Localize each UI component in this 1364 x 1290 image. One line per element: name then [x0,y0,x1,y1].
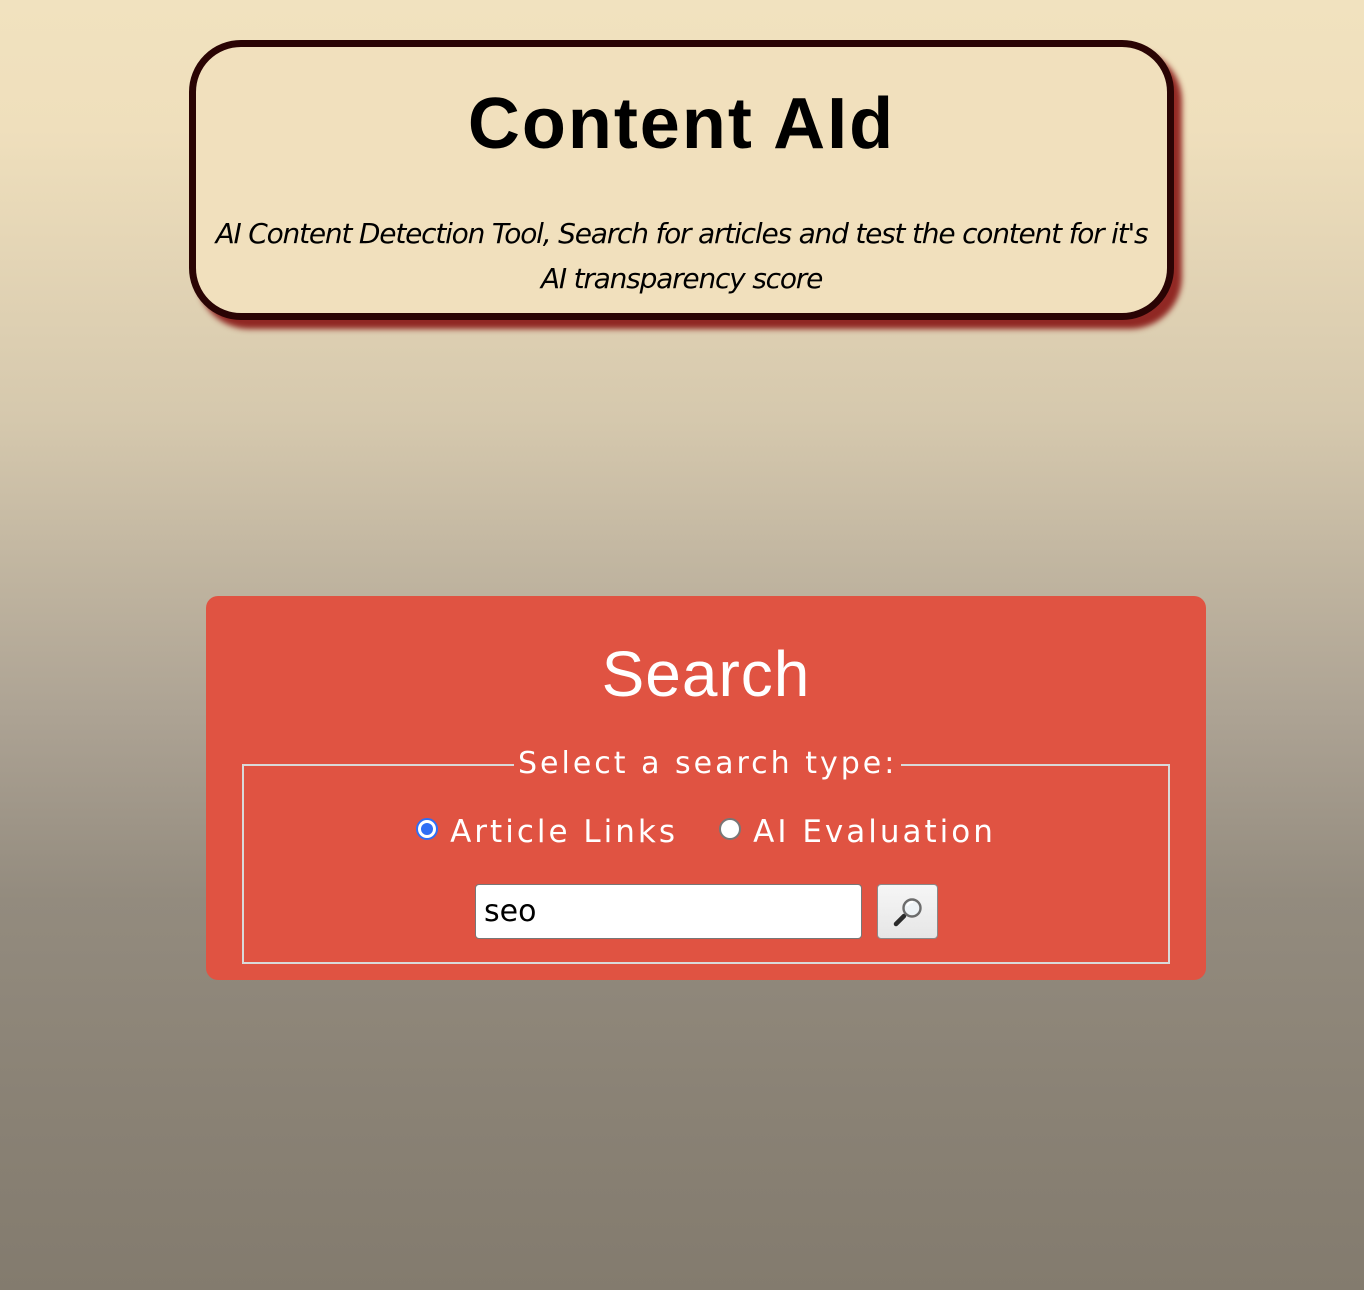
app-title: Content AId [467,84,896,164]
radio-option-ai-evaluation[interactable]: AI Evaluation [719,812,996,852]
search-panel: Search Select a search type: Article Lin… [206,596,1206,980]
radio-label-article-links[interactable]: Article Links [450,812,678,852]
app-subtitle: AI Content Detection Tool, Search for ar… [215,217,1149,295]
search-type-legend: Select a search type: [514,746,902,782]
search-input[interactable] [475,884,862,939]
search-type-fieldset: Select a search type: Article Links AI E… [242,746,1170,964]
radio-article-links[interactable] [416,818,439,840]
radio-ai-evaluation[interactable] [719,818,742,840]
radio-label-ai-evaluation[interactable]: AI Evaluation [753,812,996,852]
search-heading: Search [601,638,811,710]
radio-option-article-links[interactable]: Article Links [416,812,678,852]
search-type-options: Article Links AI Evaluation [244,812,1168,852]
search-button[interactable] [877,884,938,939]
magnifying-glass-icon [893,897,922,926]
header-card: Content AId AI Content Detection Tool, S… [189,40,1174,320]
